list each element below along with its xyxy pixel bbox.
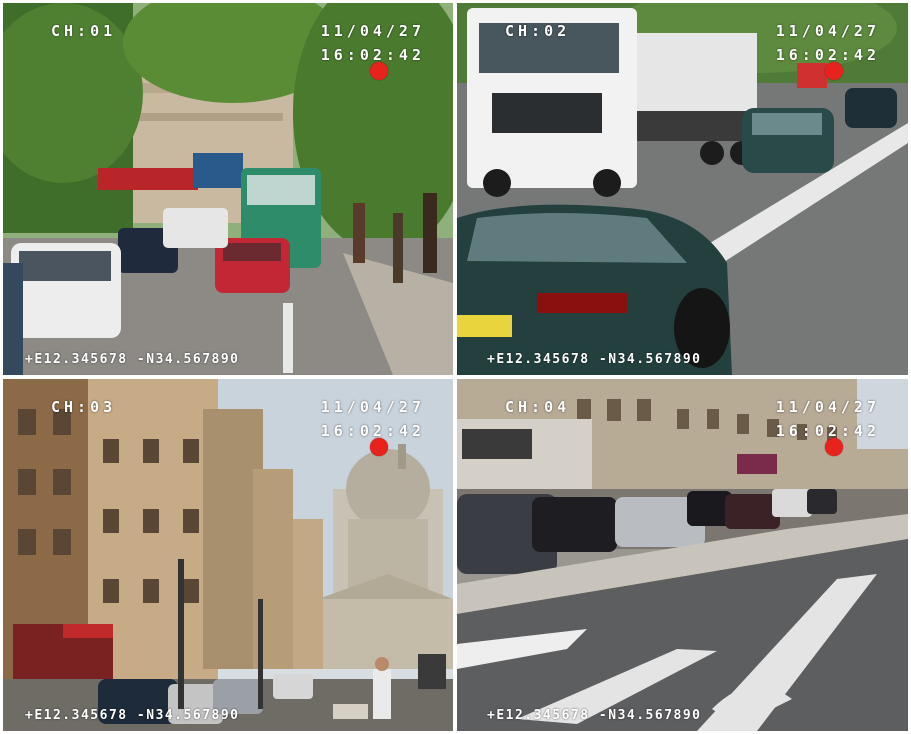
camera-view-ch01[interactable]: CH:01 11/04/27 16:02:42 +E12.345678 -N34… (3, 3, 453, 375)
channel-label: CH:01 (51, 22, 117, 40)
gps-coordinates: +E12.345678 -N34.567890 (25, 352, 240, 367)
channel-label: CH:04 (505, 398, 571, 416)
time-display: 16:02:42 (775, 46, 880, 64)
time-display: 16:02:42 (775, 422, 880, 440)
time-display: 16:02:42 (320, 46, 425, 64)
channel-label: CH:02 (505, 22, 571, 40)
camera-view-ch03[interactable]: CH:03 11/04/27 16:02:42 +E12.345678 -N34… (3, 379, 453, 731)
gps-coordinates: +E12.345678 -N34.567890 (487, 708, 702, 723)
date-display: 11/04/27 (320, 398, 425, 416)
recording-indicator-icon (825, 62, 843, 80)
gps-coordinates: +E12.345678 -N34.567890 (487, 352, 702, 367)
recording-indicator-icon (370, 62, 388, 80)
date-display: 11/04/27 (320, 22, 425, 40)
time-display: 16:02:42 (320, 422, 425, 440)
recording-indicator-icon (370, 438, 388, 456)
camera-grid: CH:01 11/04/27 16:02:42 +E12.345678 -N34… (0, 0, 911, 734)
camera-view-ch04[interactable]: CH:04 11/04/27 16:02:42 +E12.345678 -N34… (457, 379, 908, 731)
camera-view-ch02[interactable]: CH:02 11/04/27 16:02:42 +E12.345678 -N34… (457, 3, 908, 375)
date-display: 11/04/27 (775, 22, 880, 40)
gps-coordinates: +E12.345678 -N34.567890 (25, 708, 240, 723)
recording-indicator-icon (825, 438, 843, 456)
channel-label: CH:03 (51, 398, 117, 416)
date-display: 11/04/27 (775, 398, 880, 416)
